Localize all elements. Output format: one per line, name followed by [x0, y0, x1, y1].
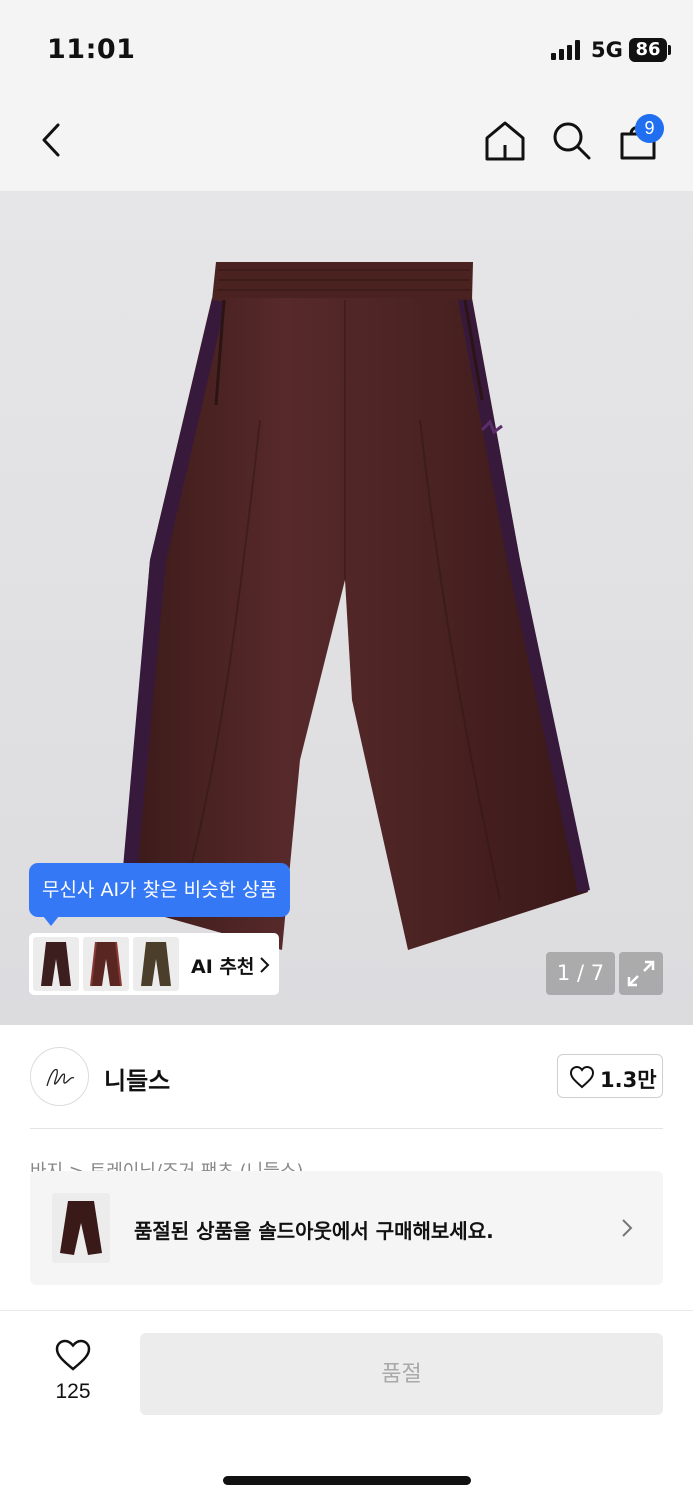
soldout-banner-text: 품절된 상품을 솔드아웃에서 구매해보세요.: [134, 1219, 494, 1243]
home-indicator: [223, 1476, 471, 1485]
status-time: 11:01: [47, 34, 136, 65]
heart-icon: [569, 1065, 595, 1089]
breadcrumb[interactable]: 바지 > 트레이닝/조거 팬츠 (니들스): [30, 1158, 303, 1172]
pants-thumb-icon: [141, 942, 171, 986]
brand-like-count: 1.3만: [600, 1068, 657, 1092]
ai-recommend-thumb-2[interactable]: [83, 937, 129, 991]
brand-name[interactable]: 니들스: [104, 1061, 170, 1096]
footer-divider: [0, 1310, 693, 1311]
brand-logo[interactable]: [30, 1047, 89, 1106]
ai-tooltip-tail: [43, 916, 59, 926]
status-bar: 11:01 5G 86: [0, 0, 693, 95]
soldout-thumb: [52, 1193, 110, 1263]
expand-icon: [627, 960, 655, 987]
cart-count-badge: 9: [635, 114, 664, 143]
search-icon[interactable]: [549, 118, 593, 162]
chevron-right-icon: [622, 1219, 633, 1237]
back-arrow-icon[interactable]: [36, 120, 70, 160]
wishlist-count: 125: [55, 1380, 91, 1403]
battery-icon: 86: [629, 38, 667, 62]
soldout-banner[interactable]: 품절된 상품을 솔드아웃에서 구매해보세요.: [30, 1171, 663, 1285]
brand-logo-mark: [46, 1068, 75, 1087]
network-type: 5G: [591, 38, 623, 62]
battery-tip: [668, 45, 671, 55]
pants-thumb-icon: [60, 1201, 102, 1255]
expand-image-button[interactable]: [619, 952, 663, 995]
divider: [30, 1128, 663, 1129]
ai-recommend-thumb-1[interactable]: [33, 937, 79, 991]
ai-recommend-thumb-3[interactable]: [133, 937, 179, 991]
chevron-right-icon: [260, 957, 270, 973]
pants-thumb-icon: [90, 941, 122, 987]
image-page-counter: 1 / 7: [546, 952, 615, 995]
pants-thumb-icon: [41, 942, 71, 986]
ai-similar-tooltip[interactable]: 무신사 AI가 찾은 비슷한 상품: [29, 863, 290, 917]
wishlist-heart-icon[interactable]: [54, 1338, 92, 1372]
ai-recommend-label: AI 추천: [191, 956, 255, 978]
brand-like-button[interactable]: 1.3만: [557, 1054, 663, 1098]
soldout-button[interactable]: 품절: [140, 1333, 663, 1415]
ai-recommend-strip[interactable]: AI 추천: [29, 933, 279, 995]
home-icon[interactable]: [483, 119, 527, 163]
signal-icon: [551, 40, 583, 60]
